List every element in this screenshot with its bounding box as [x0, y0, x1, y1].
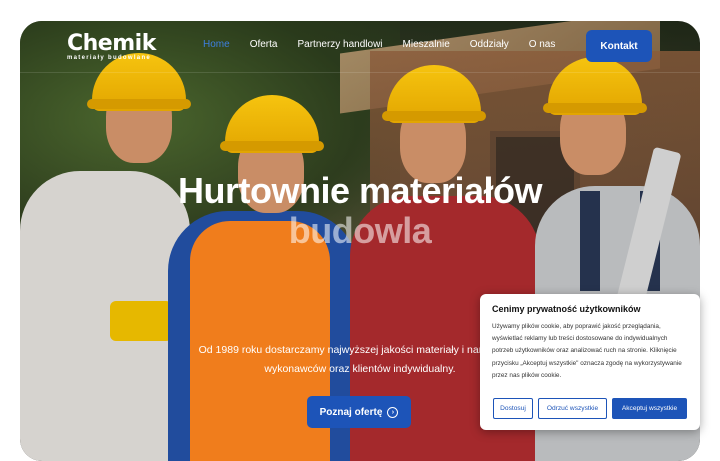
cookie-title: Cenimy prywatność użytkowników [492, 304, 641, 314]
contact-button[interactable]: Kontakt [586, 30, 652, 62]
nav-link-home[interactable]: Home [203, 39, 230, 50]
cookie-accept-button[interactable]: Akceptuj wszystkie [612, 398, 687, 419]
nav-link-mieszalnie[interactable]: Mieszalnie [403, 39, 450, 50]
arrow-right-circle-icon: › [387, 406, 399, 418]
cookie-actions: Dostosuj Odrzuć wszystkie Akceptuj wszys… [493, 398, 687, 419]
cookie-text: Używamy plików cookie, aby poprawić jako… [492, 323, 682, 379]
hero-title: Hurtownie materiałów budowla [20, 171, 700, 251]
top-navigation: Chemik materiały budowlane Home Oferta P… [20, 21, 700, 73]
logo-tagline: materiały budowlane [67, 55, 152, 61]
nav-link-oddzialy[interactable]: Oddziały [470, 39, 509, 50]
view-offer-button[interactable]: Poznaj ofertę › [307, 396, 411, 428]
nav-links: Home Oferta Partnerzy handlowi Mieszalni… [203, 39, 575, 50]
nav-link-o-nas[interactable]: O nas [529, 39, 556, 50]
cta-label: Poznaj ofertę [319, 406, 383, 418]
nav-link-partnerzy[interactable]: Partnerzy handlowi [297, 39, 382, 50]
brand-logo[interactable]: Chemik materiały budowlane [67, 31, 156, 62]
nav-link-oferta[interactable]: Oferta [250, 39, 278, 50]
hero-title-line-1: Hurtownie materiałów [177, 170, 543, 211]
cookie-reject-button[interactable]: Odrzuć wszystkie [538, 398, 607, 419]
cookie-customize-button[interactable]: Dostosuj [493, 398, 533, 419]
logo-name: Chemik [67, 31, 156, 56]
cookie-consent-dialog: Cenimy prywatność użytkowników Używamy p… [480, 294, 700, 430]
hero-title-line-2: budowla [288, 210, 432, 251]
